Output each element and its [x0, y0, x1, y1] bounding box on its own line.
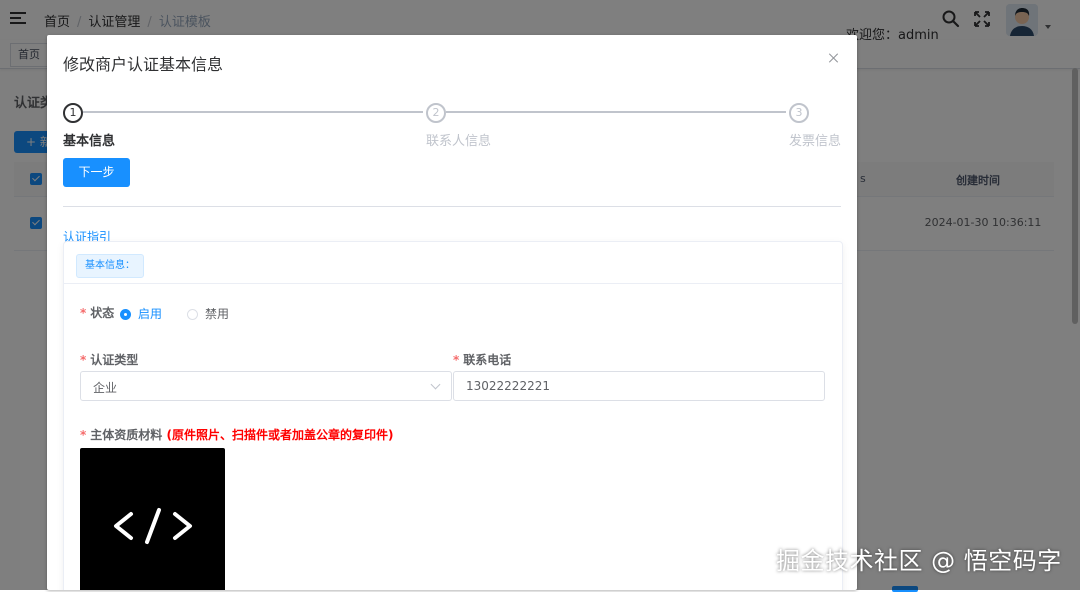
close-icon[interactable] — [827, 51, 841, 65]
radio-dot[interactable] — [120, 309, 131, 320]
watermark: 掘金技术社区 @ 悟空码字 — [776, 547, 1062, 575]
step-1-title: 基本信息 — [63, 134, 116, 149]
phone-label: * 联系电话 — [453, 353, 512, 367]
basic-info-card: 基本信息： *状态 启用 禁用 *认证类型 企业 *联系电话 *主体资质材料 (… — [63, 241, 843, 590]
edit-merchant-dialog: 修改商户认证基本信息 1 2 3 基本信息 联系人信息 发票信息 下一步 认证指… — [47, 35, 857, 590]
phone-input[interactable] — [453, 371, 825, 401]
cert-type-select[interactable]: 企业 — [80, 371, 452, 401]
status-radio-disabled[interactable]: 禁用 — [187, 305, 229, 322]
card-title-badge: 基本信息： — [76, 254, 144, 278]
chevron-down-icon — [430, 379, 441, 390]
step-connector — [446, 111, 786, 113]
material-hint: (原件照片、扫描件或者加盖公章的复印件) — [166, 428, 394, 442]
step-2-title: 联系人信息 — [426, 134, 492, 149]
status-radio-enabled[interactable]: 启用 — [120, 305, 162, 322]
step-3-title: 发票信息 — [789, 134, 842, 149]
dialog-title: 修改商户认证基本信息 — [63, 55, 224, 74]
card-header: 基本信息： — [64, 242, 842, 284]
cert-type-label: * 认证类型 — [80, 353, 139, 367]
radio-dot[interactable] — [187, 309, 198, 320]
status-label: * 状态 — [80, 306, 115, 320]
material-thumbnail[interactable] — [80, 448, 225, 590]
divider — [63, 206, 841, 207]
material-label: * 主体资质材料 (原件照片、扫描件或者加盖公章的复印件) — [80, 428, 394, 442]
step-connector — [83, 111, 423, 113]
step-3-icon: 3 — [789, 103, 809, 123]
steps: 1 2 3 基本信息 联系人信息 发票信息 — [63, 103, 841, 151]
next-step-button[interactable]: 下一步 — [63, 158, 130, 187]
step-1-icon: 1 — [63, 103, 83, 123]
code-icon — [114, 508, 192, 544]
step-2-icon: 2 — [426, 103, 446, 123]
cert-type-value: 企业 — [93, 381, 118, 395]
